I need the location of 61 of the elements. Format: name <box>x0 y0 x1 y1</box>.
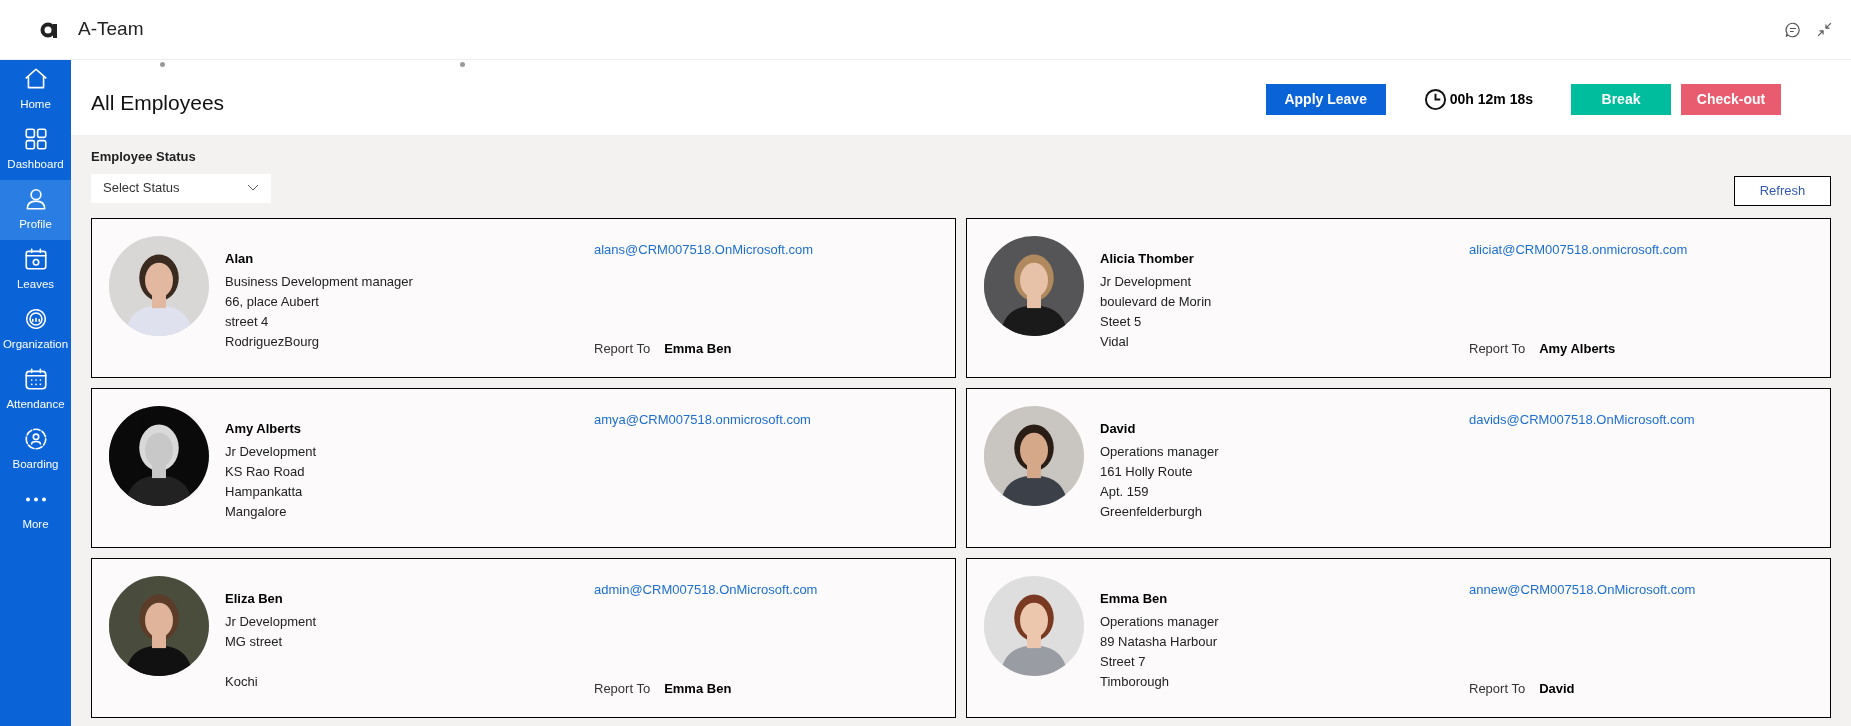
chevron-down-icon <box>247 184 259 192</box>
email-link[interactable]: davids@CRM007518.OnMicrosoft.com <box>1469 409 1695 429</box>
address-line: boulevard de Morin <box>1100 292 1213 311</box>
report-to-label: Report To <box>594 680 651 698</box>
address-line: 161 Holly Route <box>1100 462 1194 481</box>
city: RodriguezBourg <box>225 332 320 351</box>
more-icon <box>24 496 47 502</box>
app-title: A-Team <box>78 17 144 42</box>
calendar-icon <box>22 246 49 273</box>
address-line: Hampankatta <box>225 482 304 501</box>
manager-name: Emma Ben <box>664 680 732 698</box>
job-title: Operations manager <box>1100 442 1220 461</box>
job-title: Operations manager <box>1100 612 1220 631</box>
employee-name: David <box>1100 419 1137 438</box>
email-link[interactable]: amya@CRM007518.onmicrosoft.com <box>594 409 811 429</box>
address-line: Steet 5 <box>1100 312 1143 331</box>
address-line: 89 Natasha Harbour <box>1100 632 1219 651</box>
address-line: Apt. 159 <box>1100 482 1150 501</box>
employee-name: Eliza Ben <box>225 589 284 608</box>
city: Mangalore <box>225 502 288 521</box>
address-line: MG street <box>225 632 284 651</box>
email-link[interactable]: aliciat@CRM007518.onmicrosoft.com <box>1469 239 1688 259</box>
email-link[interactable]: alans@CRM007518.OnMicrosoft.com <box>594 239 814 259</box>
status-dropdown[interactable]: Select Status <box>91 173 271 203</box>
clock-icon <box>1423 88 1447 111</box>
report-to-label: Report To <box>594 340 651 358</box>
city: Timborough <box>1100 672 1170 691</box>
job-title: Jr Development <box>225 442 318 461</box>
job-title: Jr Development <box>225 612 318 631</box>
manager-name: David <box>1539 680 1575 698</box>
manager-name: Emma Ben <box>664 340 732 358</box>
address-line: KS Rao Road <box>225 462 306 481</box>
email-link[interactable]: annew@CRM007518.OnMicrosoft.com <box>1469 579 1696 599</box>
chat-icon[interactable] <box>1784 20 1802 39</box>
page-title: All Employees <box>91 89 225 116</box>
job-title: Business Development manager <box>225 272 414 291</box>
dashboard-icon <box>22 126 49 153</box>
employee-name: Alan <box>225 249 255 268</box>
email-link[interactable]: admin@CRM007518.OnMicrosoft.com <box>594 579 818 599</box>
employee-name: Amy Alberts <box>225 419 303 438</box>
employee-name: Emma Ben <box>1100 589 1169 608</box>
address-line: Street 7 <box>1100 652 1147 671</box>
collapse-icon[interactable] <box>1816 21 1833 38</box>
timer: 00h 12m 18s <box>1449 90 1533 109</box>
filter-label: Employee Status <box>91 148 197 166</box>
job-title: Jr Development <box>1100 272 1193 291</box>
apply-leave-button[interactable]: Apply Leave <box>1265 84 1386 115</box>
check-out-button[interactable]: Check-out <box>1681 84 1781 115</box>
address-line: street 4 <box>225 312 270 331</box>
report-to-label: Report To <box>1469 340 1526 358</box>
address-line: 66, place Aubert <box>225 292 320 311</box>
city: Greenfelderburgh <box>1100 502 1203 521</box>
city: Kochi <box>225 672 259 691</box>
city: Vidal <box>1100 332 1130 351</box>
calendar-grid-icon <box>22 366 49 393</box>
employee-name: Alicia Thomber <box>1100 249 1195 268</box>
manager-name: Amy Alberts <box>1539 340 1616 358</box>
logo-icon <box>40 21 58 38</box>
report-to-label: Report To <box>1469 680 1526 698</box>
refresh-button[interactable]: Refresh <box>1734 175 1831 206</box>
sidebar-item[interactable]: Profile <box>0 180 71 240</box>
